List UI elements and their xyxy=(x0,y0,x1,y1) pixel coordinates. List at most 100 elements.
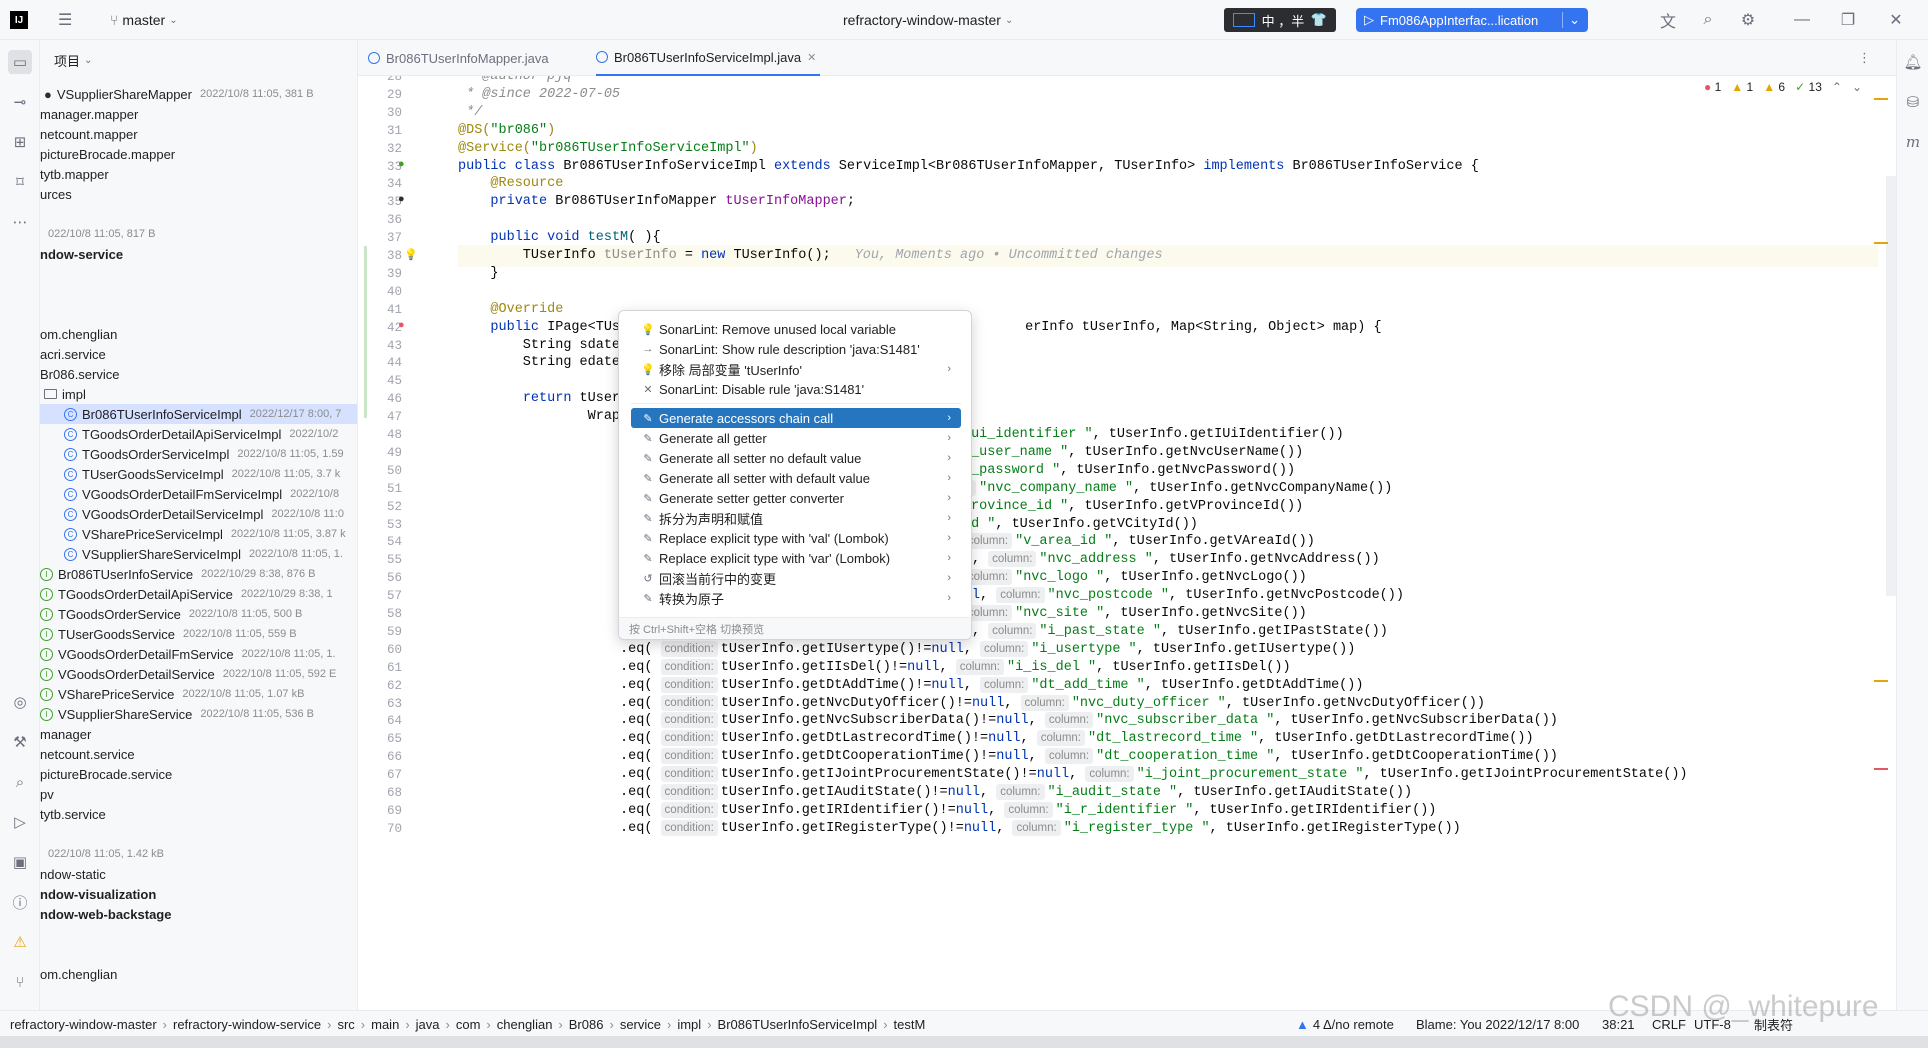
tree-row[interactable]: Br086.service xyxy=(40,364,357,384)
chevron-down-icon[interactable]: ⌄ xyxy=(1852,80,1862,94)
tab-service-impl[interactable]: Br086TUserInfoServiceImpl.java ✕ xyxy=(596,40,821,76)
warning-marker[interactable] xyxy=(1874,98,1888,100)
tree-row[interactable]: C Br086TUserInfoServiceImpl 2022/12/17 8:0… xyxy=(40,404,357,424)
tree-row[interactable]: netcount.service xyxy=(40,744,357,764)
main-menu-icon[interactable]: ☰ xyxy=(58,0,78,40)
tree-row[interactable]: manager xyxy=(40,724,357,744)
close-icon[interactable]: ✕ xyxy=(1884,0,1908,40)
tree-row[interactable] xyxy=(40,264,357,284)
tree-row[interactable]: pv xyxy=(40,784,357,804)
tree-row[interactable]: pictureBrocade.service xyxy=(40,764,357,784)
run-configuration-selector[interactable]: ▷ Fm086AppInterfac...lication ⌄ xyxy=(1356,8,1588,32)
terminal-icon[interactable]: ▣ xyxy=(8,850,32,874)
tree-row[interactable] xyxy=(40,944,357,964)
more-icon[interactable]: ⋯ xyxy=(8,210,32,234)
code-line[interactable]: TUserInfo tUserInfo = new TUserInfo(); Yo… xyxy=(458,245,1878,267)
tree-row[interactable]: ndow-visualization xyxy=(40,884,357,904)
tree-row[interactable]: om.chenglian xyxy=(40,324,357,344)
tree-row[interactable]: manager.mapper xyxy=(40,104,357,124)
breadcrumb-item[interactable]: chenglian xyxy=(497,1017,553,1032)
gutter-icon[interactable]: ● xyxy=(398,320,405,332)
code-line[interactable]: .eq( condition: tUserInfo.getIRegisterTyp… xyxy=(458,818,1461,840)
bulb-icon[interactable]: 💡 xyxy=(404,248,418,262)
tab-options-icon[interactable]: ⋮ xyxy=(1858,40,1871,76)
tree-row[interactable]: 022/10/8 11:05, 817 B xyxy=(40,224,357,244)
maven-icon[interactable]: m xyxy=(1901,130,1925,154)
popup-item[interactable]: 💡 移除 局部变量 'tUserInfo' › xyxy=(631,359,961,379)
popup-item[interactable]: ✎ Generate all getter › xyxy=(631,428,961,448)
breadcrumb-item[interactable]: refractory-window-service xyxy=(173,1017,321,1032)
tree-row[interactable]: tytb.service xyxy=(40,804,357,824)
gutter-icon[interactable]: ● xyxy=(398,194,405,206)
tab-mapper[interactable]: Br086TUserInfoMapper.java xyxy=(368,40,549,76)
tree-row[interactable] xyxy=(40,204,357,224)
restore-icon[interactable]: ❐ xyxy=(1836,0,1860,40)
breadcrumb-item[interactable]: impl xyxy=(677,1017,701,1032)
breadcrumb-item[interactable]: Br086 xyxy=(569,1017,604,1032)
popup-item[interactable]: ✎ 拆分为声明和赋值 › xyxy=(631,508,961,528)
tree-row[interactable]: ndow-web-backstage xyxy=(40,904,357,924)
code-line[interactable]: private Br086TUserInfoMapper tUserInfoMa… xyxy=(458,191,855,213)
tree-row[interactable]: C TGoodsOrderServiceImpl 2022/10/8 11:05, … xyxy=(40,444,357,464)
popup-item[interactable]: ✎ Replace explicit type with 'var' (Lombo… xyxy=(631,548,961,568)
minimize-icon[interactable]: — xyxy=(1790,0,1814,40)
vertical-scrollbar[interactable] xyxy=(1886,176,1896,596)
popup-item[interactable]: ✎ Replace explicit type with 'val' (Lombo… xyxy=(631,528,961,548)
git-icon[interactable]: ⑂ xyxy=(8,970,32,994)
inspection-widget[interactable]: ● 1 ▲ 1 ▲ 6 ✓ 13 ⌃ ⌄ xyxy=(1704,80,1862,94)
tree-row[interactable]: C VGoodsOrderDetailFmServiceImpl 2022/10/8 xyxy=(40,484,357,504)
popup-item[interactable]: ✎ Generate all setter no default value › xyxy=(631,448,961,468)
bookmark-icon[interactable]: ⌑ xyxy=(8,170,32,194)
tree-row[interactable] xyxy=(40,824,357,844)
build-icon[interactable]: ⚒ xyxy=(8,730,32,754)
tree-row[interactable]: om.chenglian xyxy=(40,964,357,984)
popup-item[interactable]: → SonarLint: Show rule description 'java:… xyxy=(631,339,961,359)
tree-row[interactable]: C VSharePriceServiceImpl 2022/10/8 11:05, … xyxy=(40,524,357,544)
structure-icon[interactable]: ⊞ xyxy=(8,130,32,154)
tree-row[interactable]: I Br086TUserInfoService 2022/10/29 8:38, 8… xyxy=(40,564,357,584)
error-marker[interactable] xyxy=(1874,768,1888,770)
popup-item[interactable]: 💡 SonarLint: Remove unused local variable xyxy=(631,319,961,339)
breadcrumb-item[interactable]: src xyxy=(337,1017,354,1032)
project-panel-header[interactable]: 项目 ⌄ xyxy=(40,40,357,80)
popup-item[interactable]: ✎ Generate all setter with default value › xyxy=(631,468,961,488)
tree-row[interactable]: I TGoodsOrderDetailApiService 2022/10/29 8… xyxy=(40,584,357,604)
breadcrumb-item[interactable]: testM xyxy=(894,1017,926,1032)
code-editor[interactable]: 28 * @author pjq 29 * @since 2022-07-05 30… xyxy=(358,76,1896,1010)
problems-icon[interactable]: ⓘ xyxy=(8,890,32,914)
warning-marker[interactable] xyxy=(1874,680,1888,682)
blame-status[interactable]: Blame: You 2022/12/17 8:00 xyxy=(1416,1011,1579,1037)
tree-row[interactable]: ndow-static xyxy=(40,864,357,884)
gear-icon[interactable]: ⚙ xyxy=(1736,0,1760,40)
tree-row[interactable]: ● VSupplierShareMapper 2022/10/8 11:05, 38… xyxy=(40,84,357,104)
tree-row[interactable]: I VSupplierShareService 2022/10/8 11:05, 5… xyxy=(40,704,357,724)
search-icon[interactable]: ⌕ xyxy=(1696,0,1720,40)
code-line[interactable]: String edate xyxy=(458,352,620,374)
tree-row[interactable] xyxy=(40,284,357,304)
find-icon[interactable]: ⌕ xyxy=(8,770,32,794)
notifications-icon[interactable]: 🔔︎ xyxy=(1901,50,1925,74)
popup-item[interactable]: ✎ 转换为原子 › xyxy=(631,588,961,608)
services-icon[interactable]: ◎ xyxy=(8,690,32,714)
translate-icon[interactable]: 文 xyxy=(1656,0,1680,40)
run-icon[interactable]: ▷ xyxy=(8,810,32,834)
database-icon[interactable]: ⛁ xyxy=(1901,90,1925,114)
branch-selector[interactable]: ⑂ master ⌄ xyxy=(110,0,178,40)
tree-row[interactable]: urces xyxy=(40,184,357,204)
tree-row[interactable]: C TGoodsOrderDetailApiServiceImpl 2022/10/… xyxy=(40,424,357,444)
tree-row[interactable]: I VSharePriceService 2022/10/8 11:05, 1.07… xyxy=(40,684,357,704)
tree-row[interactable]: I TUserGoodsService 2022/10/8 11:05, 559 B xyxy=(40,624,357,644)
breadcrumb-item[interactable]: service xyxy=(620,1017,661,1032)
tree-row[interactable]: C VSupplierShareServiceImpl 2022/10/8 11:0… xyxy=(40,544,357,564)
tree-row[interactable]: I TGoodsOrderService 2022/10/8 11:05, 500 … xyxy=(40,604,357,624)
vcs-status[interactable]: ▲ 4 Δ/no remote xyxy=(1296,1011,1394,1037)
popup-item[interactable]: ✕ SonarLint: Disable rule 'java:S1481' xyxy=(631,379,961,399)
chevron-down-icon[interactable]: ⌄ xyxy=(1562,12,1580,28)
ime-toolbar[interactable]: 中 ，半 👕 xyxy=(1224,8,1336,32)
tree-row[interactable]: acri.service xyxy=(40,344,357,364)
tree-row[interactable]: I VGoodsOrderDetailFmService 2022/10/8 11:… xyxy=(40,644,357,664)
project-selector[interactable]: refractory-window-master ⌄ xyxy=(843,0,1013,40)
code-line[interactable]: public class Br086TUserInfoServiceImpl e… xyxy=(458,156,1479,178)
close-tab-icon[interactable]: ✕ xyxy=(807,51,816,64)
folder-icon[interactable]: ▭ xyxy=(8,50,32,74)
